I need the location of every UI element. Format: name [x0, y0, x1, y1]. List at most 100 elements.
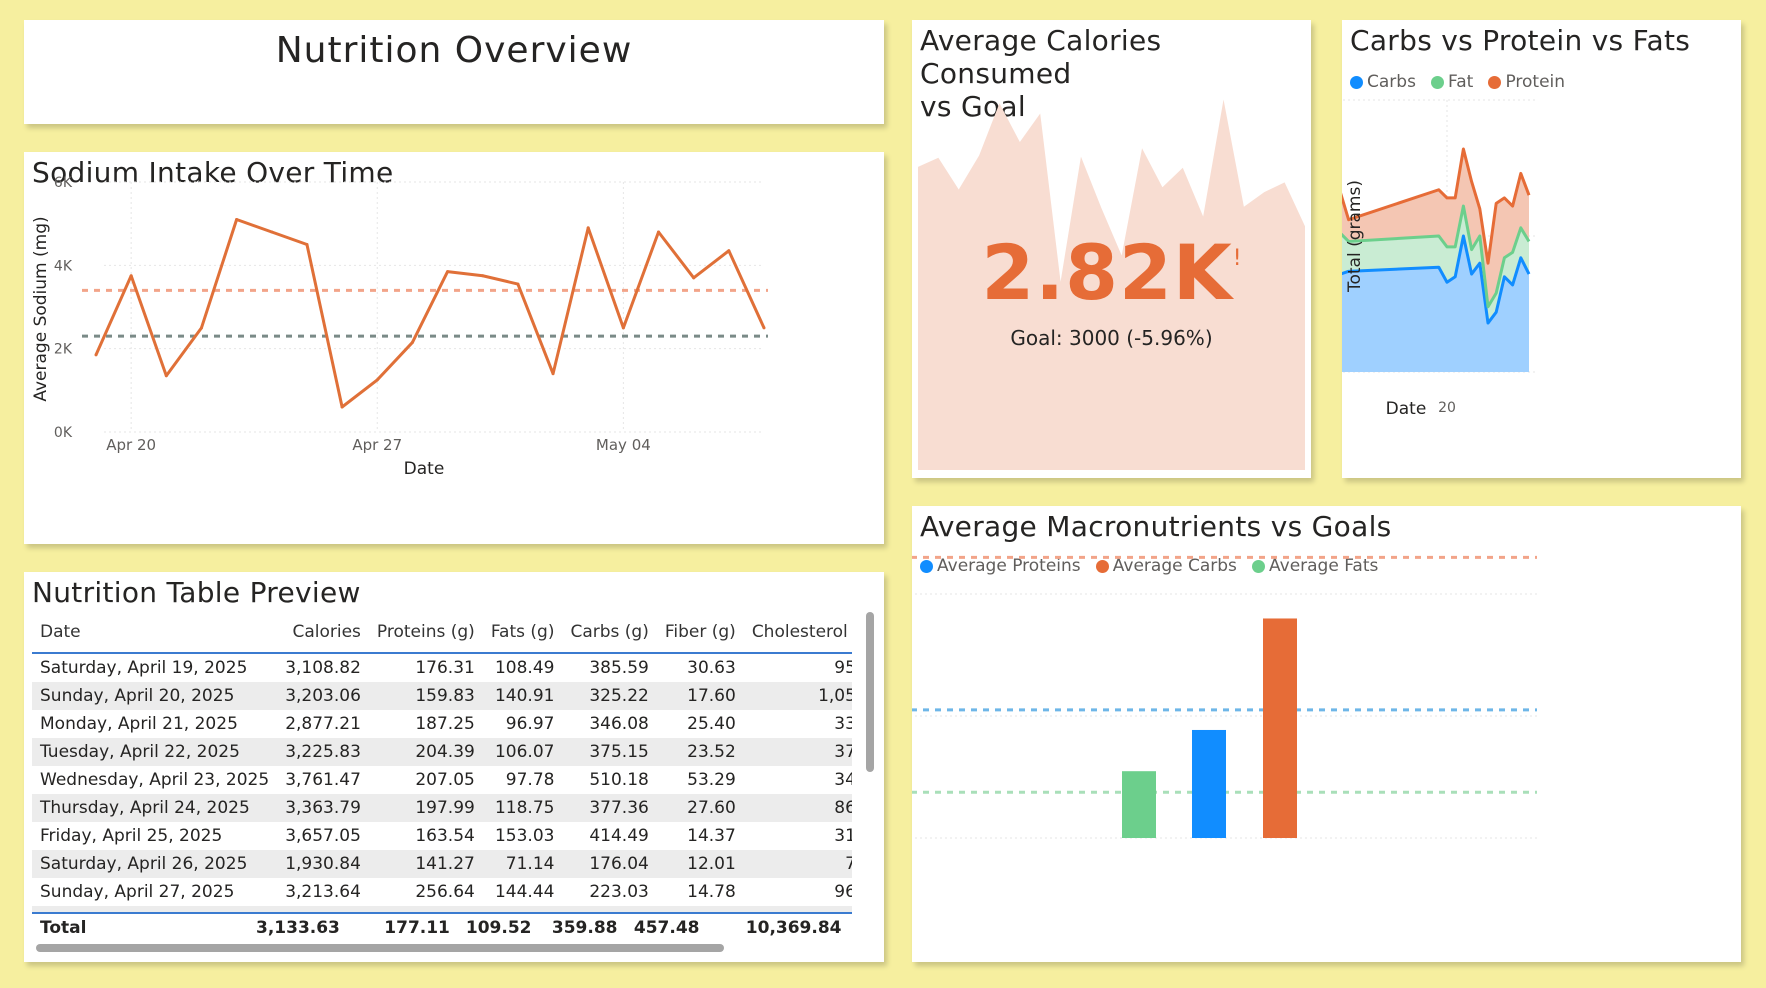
table-cell: 25.40	[687, 714, 736, 734]
sodium-chart[interactable]: 0K 2K 4K 6K Apr 20 Apr 27 May 04 Date Average So…	[24, 152, 884, 544]
table-cell: 3,657.05	[285, 826, 361, 846]
table-viewport[interactable]: Date Calories Proteins (g) Fats (g) Carb…	[32, 612, 852, 912]
table-cell: 3,203.06	[277, 682, 369, 710]
total-row: Total 3,133.63 177.11 109.52 359.88 457.…	[32, 914, 850, 942]
table-cell: 71.14	[482, 850, 563, 878]
header-card: Nutrition Overview	[24, 20, 884, 124]
table-cell: 378.97	[743, 738, 852, 766]
table-cell: Monday, April 21, 2025	[40, 714, 238, 734]
table-cell: 223.03	[589, 882, 649, 902]
vertical-scrollbar[interactable]	[866, 612, 874, 772]
sodium-point	[516, 282, 520, 286]
col-header-fiber[interactable]: Fiber (g)	[657, 612, 744, 653]
sodium-ylabel: Average Sodium (mg)	[31, 216, 51, 401]
total-label: Total	[40, 918, 87, 938]
macros-card[interactable]: Carbs vs Protein vs Fats Carbs Fat Prote…	[1342, 20, 1741, 478]
sodium-ytick: 4K	[54, 258, 73, 274]
total-fats: 109.52	[465, 918, 532, 938]
sodium-card[interactable]: Sodium Intake Over Time 0K 2K 4K 6K Apr 20 Ap…	[24, 152, 884, 544]
horizontal-scrollbar[interactable]	[36, 944, 724, 952]
table-cell: 97.78	[505, 770, 555, 790]
col-header-date[interactable]: Date	[32, 612, 277, 653]
sodium-point	[481, 274, 485, 278]
sodium-point	[657, 230, 661, 234]
kpi-goal: Goal: 3000 (-5.96%)	[1010, 326, 1213, 350]
page-title: Nutrition Overview	[275, 30, 633, 71]
table-cell: 377.36	[562, 794, 657, 822]
table-cell: 325.22	[562, 682, 657, 710]
table-row[interactable]: Sunday, April 20, 2025 3,203.06 159.83 140.…	[32, 682, 852, 710]
macros-chart[interactable]: 05001,000020DateTotal (grams)	[1342, 20, 1741, 478]
table-cell: 23.52	[656, 738, 744, 766]
sodium-point	[586, 226, 590, 230]
table-row[interactable]: Sunday, April 27, 2025 3,213.64 256.64 144.…	[32, 878, 852, 906]
averages-bar	[1122, 771, 1156, 838]
table-cell: 3,108.82	[285, 658, 361, 678]
sodium-point	[270, 230, 274, 234]
sodium-point	[94, 353, 98, 357]
table-cell: 316.44	[834, 826, 852, 846]
table-cell: 159.83	[368, 682, 483, 710]
table-cell: 27.60	[656, 794, 744, 822]
averages-bar	[1192, 729, 1226, 838]
calories-kpi: 2.82K!	[912, 228, 1311, 317]
table-row[interactable]: Saturday, April 19, 2025 3,108.82 176.31 10…	[32, 653, 852, 682]
sodium-point	[727, 249, 731, 253]
table-row[interactable]: Tuesday, April 22, 2025 3,225.83 204.39 106…	[32, 738, 852, 766]
sodium-point	[621, 326, 625, 330]
col-header-fats[interactable]: Fats (g)	[483, 612, 563, 653]
table-cell: 53.29	[687, 770, 736, 790]
table-cell: 176.31	[415, 658, 475, 678]
sodium-point	[375, 378, 379, 382]
table-row[interactable]: Saturday, April 26, 2025 1,930.84 141.27 71…	[32, 850, 852, 878]
averages-chart[interactable]: 0200400Macronutrient Total (grams)	[912, 506, 1741, 962]
sodium-point	[199, 326, 203, 330]
table-header-row: Date Calories Proteins (g) Fats (g) Carb…	[32, 612, 852, 653]
table-cell: 346.08	[589, 714, 649, 734]
total-cholesterol: 10,369.84	[745, 918, 842, 938]
table-cell: 954.72	[834, 658, 852, 678]
sodium-series-line	[94, 218, 766, 409]
col-header-cholesterol[interactable]: Cholesterol (mg)	[744, 612, 852, 653]
table-card[interactable]: Nutrition Table Preview Date Calories Pr…	[24, 572, 884, 962]
macros-xtick: 20	[1438, 400, 1456, 416]
table-row[interactable]: Monday, April 21, 2025 2,877.21 187.25 96.9…	[32, 710, 852, 738]
averages-card[interactable]: Average Macronutrients vs Goals Average …	[912, 506, 1741, 962]
sodium-xlabel: Date	[404, 459, 445, 479]
table-row[interactable]: Friday, April 25, 2025 3,657.05 163.54 153.…	[32, 822, 852, 850]
sodium-point	[551, 372, 555, 376]
table-row[interactable]: Thursday, April 24, 2025 3,363.79 197.99 11…	[32, 794, 852, 822]
macros-ylabel: Total (grams)	[1345, 180, 1365, 293]
table-cell: 14.78	[687, 882, 736, 902]
table-cell: Tuesday, April 22, 2025	[32, 738, 278, 766]
table-cell: 3,213.64	[285, 882, 361, 902]
table-cell: Wednesday, April 23, 2025	[40, 770, 270, 790]
total-fiber: 457.48	[633, 918, 700, 938]
table-cell: 3,225.83	[277, 738, 369, 766]
col-header-proteins[interactable]: Proteins (g)	[369, 612, 483, 653]
col-header-carbs[interactable]: Carbs (g)	[562, 612, 656, 653]
table-cell: 118.75	[482, 794, 563, 822]
total-table: Total 3,133.63 177.11 109.52 359.88 457.…	[32, 914, 850, 942]
table-cell: 3,761.47	[285, 770, 361, 790]
table-cell: Sunday, April 20, 2025	[32, 682, 278, 710]
sodium-xtick: May 04	[596, 436, 651, 454]
table-cell: Saturday, April 26, 2025	[32, 850, 278, 878]
table-cell: 96.97	[505, 714, 555, 734]
kpi-value: 2.82K	[981, 228, 1233, 317]
table-cell: Sunday, April 27, 2025	[40, 882, 235, 902]
col-header-calories[interactable]: Calories	[277, 612, 369, 653]
table-cell: 864.24	[743, 794, 852, 822]
table-row[interactable]: Wednesday, April 23, 2025 3,761.47 207.05 9…	[32, 766, 852, 794]
sodium-ytick: 2K	[54, 342, 73, 358]
table-cell: 197.99	[368, 794, 483, 822]
total-calories: 3,133.63	[256, 918, 340, 938]
table-cell: 340.00	[834, 770, 852, 790]
table-cell: 140.91	[482, 682, 563, 710]
table-cell: 1,050.11	[743, 682, 852, 710]
sodium-point	[762, 326, 766, 330]
sodium-point	[340, 405, 344, 409]
table-cell: 12.01	[656, 850, 744, 878]
calories-card[interactable]: Average Calories Consumed vs Goal 2.82K!…	[912, 20, 1311, 478]
macros-xlabel: Date	[1386, 399, 1427, 419]
